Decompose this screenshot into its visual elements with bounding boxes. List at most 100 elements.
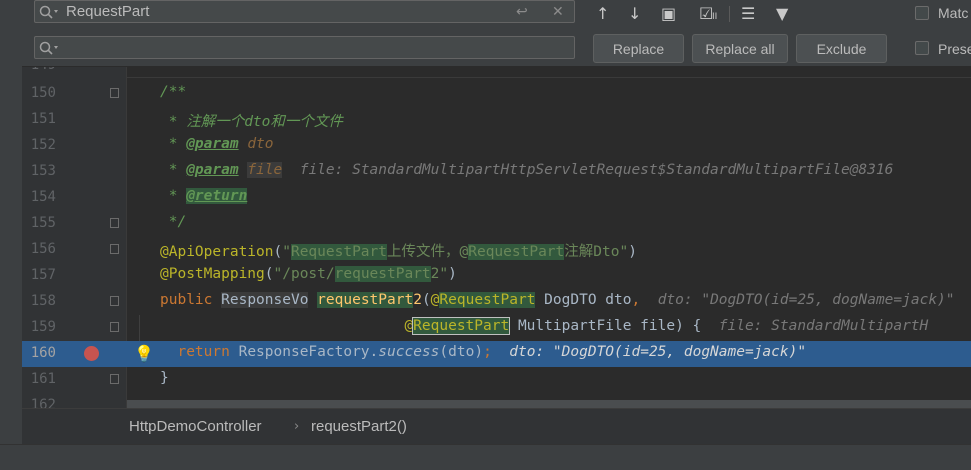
filter-icon[interactable]: ▼ <box>776 4 788 23</box>
fold-icon[interactable] <box>110 244 119 254</box>
lightbulb-icon[interactable]: 💡 <box>134 344 154 363</box>
doc-tag: @param <box>186 162 239 178</box>
line-number: 158 <box>30 293 56 309</box>
new-line-icon[interactable]: ↩ <box>516 4 528 20</box>
code-line[interactable]: 156 @ApiOperation("RequestPart上传文件，@Requ… <box>22 237 971 263</box>
search-match: requestPart <box>334 266 431 282</box>
replace-history-icon[interactable] <box>39 41 63 55</box>
debug-inline-value: file: StandardMultipartHttpServletReques… <box>299 162 894 178</box>
fold-icon[interactable] <box>110 88 119 98</box>
fold-icon[interactable] <box>110 322 119 332</box>
method-separator <box>127 77 971 78</box>
status-bar <box>0 444 971 470</box>
code-line[interactable]: 155 */ <box>22 211 971 237</box>
string-literal: 上传文件，@ <box>387 244 469 260</box>
code-line[interactable]: 158 public ResponseVo requestPart2(@Requ… <box>22 289 971 315</box>
line-number: 161 <box>30 371 56 387</box>
code-line-current[interactable]: 160 💡 return ResponseFactory.success(dto… <box>22 341 971 367</box>
fold-icon[interactable] <box>110 218 119 228</box>
code-text: return ResponseFactory.success(dto); dto… <box>177 344 807 360</box>
doc-tag: @return <box>186 188 248 204</box>
code-text: @ApiOperation("RequestPart上传文件，@RequestP… <box>160 244 637 260</box>
debug-inline-value: file: StandardMultipartH <box>718 318 929 334</box>
code-text: @RequestPart MultipartFile file) { file:… <box>404 317 929 335</box>
previous-occurrence-icon[interactable]: ↑ <box>596 4 609 23</box>
replace-button[interactable]: Replace <box>593 34 684 63</box>
find-replace-bar: RequestPart ↩ ✕ ↑ ↓ ▣ ☑ II ☰ ▼ Replace R… <box>22 0 971 67</box>
return-type: ResponseVo <box>221 292 309 308</box>
fold-icon[interactable] <box>110 296 119 306</box>
doc-param: file <box>247 162 283 178</box>
line-number: 152 <box>30 137 56 153</box>
doc-comment: 注解一个dto和一个文件 <box>186 114 343 130</box>
debug-inline-value: dto: "DogDTO(id=25, dogName=jack)" <box>657 292 955 308</box>
code-text: } <box>160 370 169 386</box>
code-text: @PostMapping("/post/requestPart2") <box>160 266 457 282</box>
line-number: 155 <box>30 215 56 231</box>
argument: dto <box>448 344 475 360</box>
replace-all-button[interactable]: Replace all <box>692 34 788 63</box>
search-match-current: RequestPart <box>412 317 511 335</box>
breakpoint-icon[interactable] <box>84 346 99 361</box>
fold-icon[interactable] <box>110 374 119 384</box>
code-line[interactable]: 153 * @param file file: StandardMultipar… <box>22 159 971 185</box>
string-literal: 注解Dto <box>564 244 620 260</box>
code-line[interactable]: 159 @RequestPart MultipartFile file) { f… <box>22 315 971 341</box>
exclude-button[interactable]: Exclude <box>796 34 887 63</box>
code-text: * 注解一个dto和一个文件 <box>160 114 343 130</box>
param-name: file <box>640 318 676 334</box>
replace-field[interactable] <box>34 36 575 59</box>
param-type: DogDTO <box>544 292 597 308</box>
preserve-case-checkbox[interactable] <box>915 41 929 55</box>
search-history-icon[interactable] <box>39 5 63 19</box>
doc-tag: @param <box>186 136 239 152</box>
search-match: RequestPart <box>439 292 536 308</box>
breadcrumb-separator: › <box>294 419 300 434</box>
code-line[interactable]: 154 * @return <box>22 185 971 211</box>
search-match: RequestPart <box>468 244 565 260</box>
class-ref: ResponseFactory <box>238 344 370 360</box>
annotation: @PostMapping <box>160 266 265 282</box>
filter-settings-icon[interactable]: ☰ <box>741 4 755 23</box>
string-literal: /post/ <box>282 266 335 282</box>
code-editor[interactable]: 149 150 /** 151 * 注解一个dto和一个文件 152 * @pa… <box>22 67 971 408</box>
code-text: /** <box>160 84 187 100</box>
horizontal-scrollbar[interactable] <box>127 400 971 408</box>
line-number: 157 <box>30 267 56 283</box>
code-text: * @param file file: StandardMultipartHtt… <box>160 162 894 178</box>
code-line[interactable]: 161 } <box>22 367 971 393</box>
search-input[interactable]: RequestPart <box>66 3 149 20</box>
line-number: 156 <box>30 241 56 257</box>
match-case-label: Matc <box>938 5 969 21</box>
method-call: success <box>378 344 440 360</box>
code-line[interactable]: 152 * @param dto <box>22 133 971 159</box>
line-number: 151 <box>30 111 56 127</box>
code-line[interactable]: 151 * 注解一个dto和一个文件 <box>22 107 971 133</box>
code-line[interactable]: 157 @PostMapping("/post/requestPart2") <box>22 263 971 289</box>
code-text: * @return <box>160 188 248 204</box>
line-number: 149 <box>22 67 56 73</box>
annotation: @ApiOperation <box>160 244 274 260</box>
keyword: return <box>177 344 230 360</box>
breadcrumb-class[interactable]: HttpDemoController <box>129 418 262 435</box>
breadcrumb-method[interactable]: requestPart2() <box>311 418 407 435</box>
search-match: requestPart <box>317 292 414 308</box>
code-line[interactable]: 150 /** <box>22 81 971 107</box>
multi-select-sub-icon: II <box>712 12 718 22</box>
doc-param: dto <box>247 136 274 152</box>
search-field[interactable]: RequestPart ↩ ✕ <box>34 0 575 23</box>
line-number: 154 <box>30 189 56 205</box>
indent-guide <box>139 315 140 341</box>
select-all-occurrences-icon[interactable]: ▣ <box>661 4 676 23</box>
annotation-at: @ <box>404 318 414 334</box>
debug-inline-value: dto: "DogDTO(id=25, dogName=jack)" <box>509 344 807 360</box>
code-text: * @param dto <box>160 136 274 152</box>
preserve-case-label: Prese <box>938 41 971 57</box>
match-case-checkbox[interactable] <box>915 6 929 20</box>
line-number: 162 <box>30 397 56 408</box>
line-number: 150 <box>30 85 56 101</box>
code-text: public ResponseVo requestPart2(@RequestP… <box>160 292 955 308</box>
clear-search-icon[interactable]: ✕ <box>552 4 564 20</box>
line-number: 159 <box>30 319 56 335</box>
next-occurrence-icon[interactable]: ↓ <box>628 4 641 23</box>
